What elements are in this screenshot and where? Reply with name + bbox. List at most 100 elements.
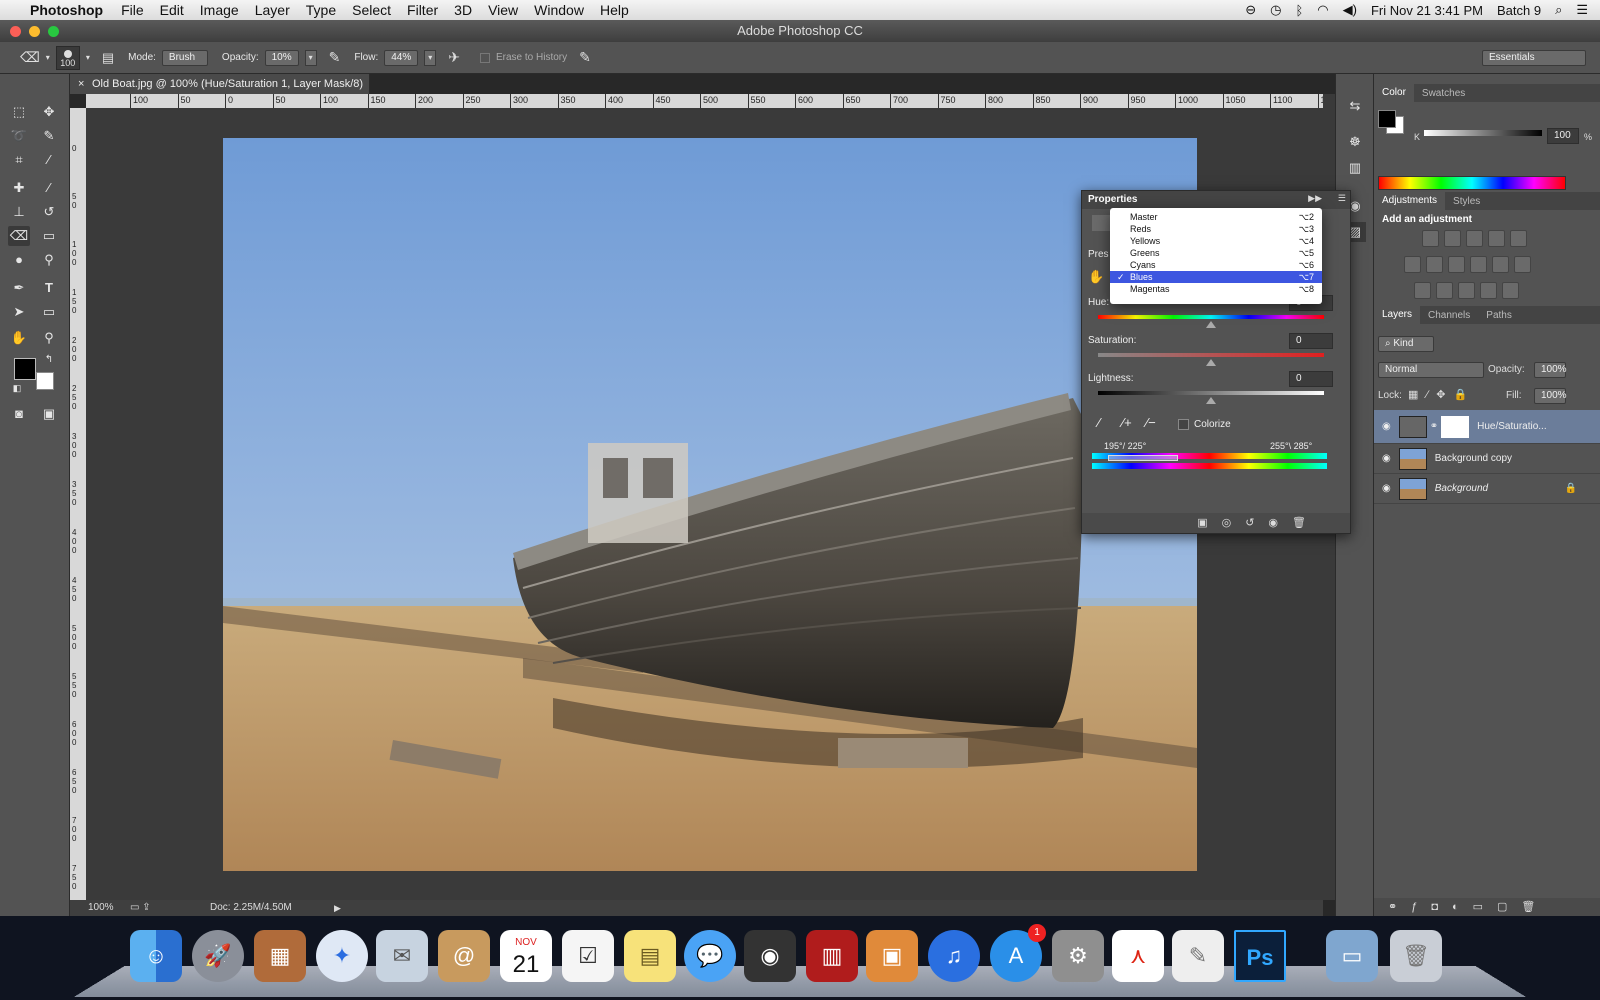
k-channel-slider[interactable]	[1424, 130, 1542, 136]
lock-icons[interactable]: ▦∕✥🔒	[1408, 388, 1475, 401]
time-machine-icon[interactable]: ◷	[1270, 2, 1281, 18]
flow-dropdown[interactable]: ▾	[424, 49, 437, 66]
close-tab-icon[interactable]: ×	[78, 74, 84, 94]
channel-menu-item-master[interactable]: Master ⌥2	[1110, 211, 1322, 223]
history-brush-tool-icon[interactable]: ↺	[38, 202, 60, 222]
adjustment-type-icon[interactable]	[1414, 282, 1431, 299]
targeted-adjustment-hand-icon[interactable]: ✋	[1088, 269, 1104, 285]
menu-filter[interactable]: Filter	[407, 2, 438, 18]
photo-booth-icon[interactable]: ▦	[254, 930, 306, 982]
quick-select-tool-icon[interactable]: ✎	[38, 126, 60, 146]
lightness-value-field[interactable]: 0	[1289, 371, 1333, 387]
cc-icon[interactable]: ⊖	[1245, 2, 1256, 18]
adjustment-type-icon[interactable]	[1448, 256, 1465, 273]
channel-menu-item-magentas[interactable]: Magentas ⌥8	[1110, 283, 1322, 295]
adjustment-type-icon[interactable]	[1514, 256, 1531, 273]
swap-colors-icon[interactable]: ↰	[38, 350, 60, 370]
tab-styles[interactable]: Styles	[1445, 196, 1488, 207]
foreground-color-swatch[interactable]	[14, 358, 36, 380]
messages-icon[interactable]: 💬	[684, 930, 736, 982]
properties-footer-icons[interactable]: ▣◎↺◉🗑	[1082, 513, 1350, 533]
menu-select[interactable]: Select	[352, 2, 391, 18]
facetime-icon[interactable]: ◉	[744, 930, 796, 982]
adjustment-type-icon[interactable]	[1426, 256, 1443, 273]
saturation-value-field[interactable]: 0	[1289, 333, 1333, 349]
brush-preset-picker[interactable]: 100	[55, 45, 80, 70]
layer-mask-link-icon[interactable]: ⚭	[1430, 421, 1438, 432]
saturation-slider-knob[interactable]	[1206, 359, 1216, 366]
eyedropper-tool-icon[interactable]: ⁄	[38, 150, 60, 170]
hue-slider-knob[interactable]	[1206, 321, 1216, 328]
lightness-slider[interactable]	[1098, 391, 1324, 395]
background-color-swatch[interactable]	[36, 372, 54, 390]
status-menu-arrow[interactable]: ▶	[334, 900, 341, 916]
eraser-tool-icon[interactable]: ⌫	[8, 226, 30, 246]
colorize-checkbox[interactable]	[1178, 419, 1189, 430]
eyedropper-subtract-icon[interactable]: ⁄−	[1146, 415, 1156, 430]
opacity-dropdown[interactable]: ▾	[304, 49, 317, 66]
canvas-photo[interactable]	[223, 138, 1197, 871]
properties-menu-icon[interactable]: ☰	[1338, 193, 1346, 204]
layer-visibility-eye-icon[interactable]: ◉	[1382, 453, 1391, 464]
mail-icon[interactable]: ✉	[376, 930, 428, 982]
lightness-slider-knob[interactable]	[1206, 397, 1216, 404]
adjustment-type-icon[interactable]	[1444, 230, 1461, 247]
actions-panel-icon[interactable]: ☸	[1344, 132, 1366, 152]
layers-panel-footer-icons[interactable]: ⚭ƒ◘◐▭▢🗑	[1374, 898, 1600, 916]
adjustment-type-icon[interactable]	[1436, 282, 1453, 299]
applications-folder-icon[interactable]: ▭	[1326, 930, 1378, 982]
histogram-panel-icon[interactable]: ▥	[1344, 158, 1366, 178]
pressure-opacity-icon[interactable]: ✎	[329, 49, 341, 66]
safari-icon[interactable]: ✦	[316, 930, 368, 982]
pressure-size-icon[interactable]: ✎	[579, 49, 591, 66]
flow-field[interactable]: 44%	[384, 49, 419, 66]
photo-booth-red-icon[interactable]: ▥	[806, 930, 858, 982]
tab-channels[interactable]: Channels	[1420, 310, 1478, 321]
adjustment-type-icon[interactable]	[1492, 256, 1509, 273]
menu-3d[interactable]: 3D	[454, 2, 472, 18]
layer-mask-thumb[interactable]	[1441, 415, 1470, 438]
brush-size-dropdown[interactable]: ▾	[86, 53, 90, 62]
shape-tool-icon[interactable]: ▭	[38, 302, 60, 322]
blur-tool-icon[interactable]: ●	[8, 250, 30, 270]
pen-tool-icon[interactable]: ✒	[8, 278, 30, 298]
type-tool-icon[interactable]: T	[38, 278, 60, 298]
erase-history-checkbox[interactable]	[479, 52, 490, 63]
menu-layer[interactable]: Layer	[255, 2, 290, 18]
volume-icon[interactable]: ◀)	[1343, 2, 1357, 18]
layer-opacity-field[interactable]: 100%	[1534, 362, 1567, 378]
path-selection-tool-icon[interactable]: ➤	[8, 302, 30, 322]
color-foreground-swatch[interactable]	[1378, 110, 1396, 128]
adjustment-type-icon[interactable]	[1404, 256, 1421, 273]
notification-center-icon[interactable]: ☰	[1576, 2, 1588, 18]
reminders-icon[interactable]: ☑	[562, 930, 614, 982]
tool-preset-dropdown[interactable]: ▾	[46, 53, 50, 62]
channel-menu-item-reds[interactable]: Reds ⌥3	[1110, 223, 1322, 235]
brush-panel-toggle-icon[interactable]: ▤	[102, 50, 114, 66]
menu-window[interactable]: Window	[534, 2, 584, 18]
mode-select[interactable]: Brush	[161, 49, 208, 66]
layer-visibility-eye-icon[interactable]: ◉	[1382, 483, 1391, 494]
saturation-slider[interactable]	[1098, 353, 1324, 357]
menubar-user[interactable]: Batch 9	[1497, 3, 1541, 18]
channel-menu-item-blues[interactable]: ✓ Blues ⌥7	[1110, 271, 1322, 283]
textedit-icon[interactable]: ✎	[1172, 930, 1224, 982]
airbrush-icon[interactable]: ✈	[448, 49, 460, 66]
opacity-field[interactable]: 10%	[264, 49, 299, 66]
status-icons[interactable]: ▭ ⇪	[130, 900, 151, 916]
adjustment-type-icon[interactable]	[1458, 282, 1475, 299]
document-tab[interactable]: × Old Boat.jpg @ 100% (Hue/Saturation 1,…	[70, 74, 370, 110]
color-range-slider[interactable]	[1108, 455, 1178, 461]
lasso-tool-icon[interactable]: ➰	[8, 126, 30, 146]
tab-swatches[interactable]: Swatches	[1414, 88, 1473, 99]
clone-stamp-tool-icon[interactable]: ⊥	[8, 202, 30, 222]
close-window-button[interactable]	[10, 26, 21, 37]
notes-icon[interactable]: ▤	[624, 930, 676, 982]
crop-tool-icon[interactable]: ⌗	[8, 150, 30, 170]
adjustment-type-icon[interactable]	[1510, 230, 1527, 247]
blend-mode-select[interactable]: Normal	[1378, 362, 1484, 378]
bluetooth-icon[interactable]: ᛒ	[1295, 3, 1303, 18]
adjustment-type-icon[interactable]	[1422, 230, 1439, 247]
layer-visibility-eye-icon[interactable]: ◉	[1382, 421, 1391, 432]
workspace-select[interactable]: Essentials	[1482, 49, 1586, 66]
